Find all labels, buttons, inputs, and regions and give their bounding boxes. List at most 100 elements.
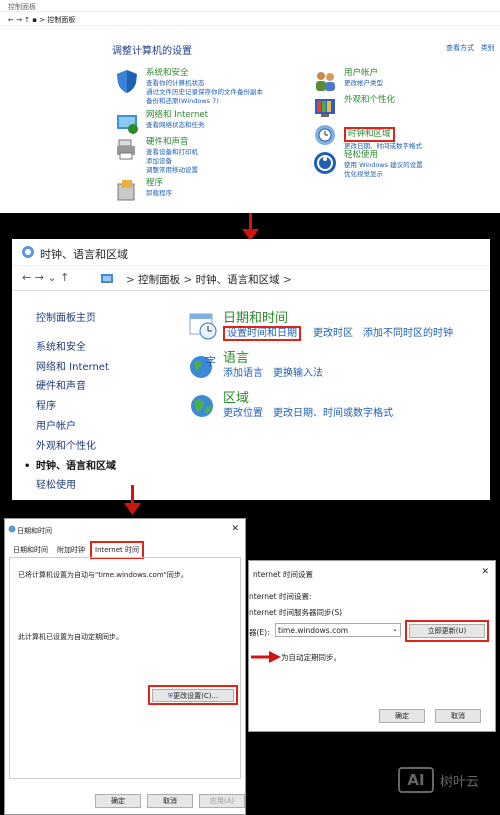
auto-sync-text: 此计算机已设置为自动定期同步。 bbox=[18, 633, 123, 641]
title-bar: nternet 时间设置 ✕ bbox=[249, 561, 495, 585]
breadcrumb-item[interactable]: 控制面板 bbox=[138, 274, 180, 286]
sidebar-item-appearance[interactable]: 外观和个性化 bbox=[36, 437, 116, 457]
category-link[interactable]: 查看你的计算机状态 bbox=[146, 79, 263, 88]
window-title: nternet 时间设置 bbox=[253, 570, 313, 579]
category-link[interactable]: 查看设备和打印机 bbox=[146, 148, 198, 157]
close-icon[interactable]: ✕ bbox=[481, 567, 489, 577]
category-link[interactable]: 备份和还原(Windows 7) bbox=[146, 97, 263, 106]
button-label: 更改设置(C)... bbox=[173, 692, 219, 700]
printer-icon bbox=[117, 139, 135, 160]
category-title[interactable]: 硬件和声音 bbox=[146, 137, 198, 148]
category-link[interactable]: 优化视觉显示 bbox=[344, 170, 423, 179]
chevron-down-icon[interactable]: ⌄ bbox=[392, 625, 398, 633]
category-title[interactable]: 外观和个性化 bbox=[344, 95, 395, 106]
sidebar-item-ease[interactable]: 轻松使用 bbox=[36, 476, 116, 496]
add-language-link[interactable]: 添加语言 bbox=[223, 368, 263, 379]
sync-checkbox-label[interactable]: nternet 时间服务器同步(S) bbox=[249, 607, 342, 618]
apply-button[interactable]: 应用(A) bbox=[199, 794, 245, 808]
breadcrumb[interactable]: 控制面板 bbox=[47, 16, 75, 24]
sidebar-item-hardware[interactable]: 硬件和声音 bbox=[36, 377, 116, 397]
category-link[interactable]: 查看网络状态和任务 bbox=[146, 121, 208, 130]
sidebar-item-home[interactable]: 控制面板主页 bbox=[36, 309, 116, 329]
section-title[interactable]: 语言 bbox=[223, 351, 333, 367]
view-mode[interactable]: 类别 bbox=[481, 44, 495, 52]
category-title[interactable]: 轻松使用 bbox=[344, 150, 423, 161]
watermark-text: 树叶云 bbox=[440, 774, 480, 790]
view-by[interactable]: 查看方式 类别 bbox=[446, 43, 495, 53]
change-timezone-link[interactable]: 更改时区 bbox=[313, 328, 353, 339]
status-line: 为自动定期同步。 bbox=[251, 651, 341, 663]
breadcrumb-separator: > bbox=[126, 274, 139, 286]
right-arrow-icon bbox=[251, 651, 281, 663]
address-bar[interactable]: ← → ↑ ▪ > 控制面板 bbox=[0, 12, 500, 26]
window-title: 日期和时间 bbox=[17, 527, 52, 535]
category-link[interactable]: 卸载程序 bbox=[146, 189, 172, 198]
set-time-date-link[interactable]: 设置时间和日期 bbox=[223, 326, 301, 341]
server-label: 器(E): bbox=[249, 628, 270, 637]
change-location-link[interactable]: 更改位置 bbox=[223, 408, 263, 419]
nav-arrows-icon[interactable]: ← → ↑ ▪ > bbox=[8, 16, 47, 24]
category-clock-region[interactable]: 时钟和区域 更改日期、时间或数字格式 bbox=[312, 121, 422, 151]
category-link[interactable]: 调整常用移动设置 bbox=[146, 166, 198, 175]
category-title[interactable]: 程序 bbox=[146, 178, 172, 189]
svg-text:字: 字 bbox=[205, 354, 216, 368]
ok-button[interactable]: 确定 bbox=[95, 794, 141, 808]
address-bar[interactable]: ← → ⌄ ↑ > 控制面板 > 时钟、语言和区域 > bbox=[12, 265, 490, 291]
date-time-dialog: 日期和时间 ✕ 日期和时间 附加时钟 Internet 时间 已将计算机设置为自… bbox=[4, 518, 246, 815]
cancel-button[interactable]: 取消 bbox=[147, 794, 193, 808]
clock-icon bbox=[8, 525, 16, 533]
network-icon bbox=[117, 115, 138, 134]
category-network[interactable]: 网络和 Internet 查看网络状态和任务 bbox=[114, 110, 208, 136]
section-region: 区域 更改位置 更改日期、时间或数字格式 bbox=[188, 391, 403, 421]
update-now-button[interactable]: 立即更新(U) bbox=[409, 624, 485, 638]
sidebar-item-users[interactable]: 用户帐户 bbox=[36, 417, 116, 437]
watermark: AI 树叶云 bbox=[398, 767, 479, 793]
category-link[interactable]: 添加设备 bbox=[146, 157, 198, 166]
breadcrumb-separator: > bbox=[282, 274, 292, 286]
category-system-security[interactable]: 系统和安全 查看你的计算机状态 通过文件历史记录保存你的文件备份副本 备份和还原… bbox=[114, 68, 263, 106]
change-format-link[interactable]: 更改日期、时间或数字格式 bbox=[273, 408, 393, 419]
region-globe-icon bbox=[191, 395, 213, 417]
view-by-label: 查看方式 bbox=[446, 44, 474, 52]
control-panel-window: 控制面板 ← → ↑ ▪ > 控制面板 调整计算机的设置 查看方式 类别 系统和… bbox=[0, 0, 500, 213]
sidebar-item-system[interactable]: 系统和安全 bbox=[36, 338, 116, 358]
section-title[interactable]: 日期和时间 bbox=[223, 311, 463, 327]
close-icon[interactable]: ✕ bbox=[231, 524, 239, 534]
window-title: 控制面板 bbox=[8, 3, 36, 11]
category-title[interactable]: 网络和 Internet bbox=[146, 110, 208, 121]
nav-arrows-icon[interactable]: ← → ⌄ ↑ bbox=[22, 271, 69, 284]
sidebar: 控制面板主页 系统和安全 网络和 Internet 硬件和声音 程序 用户帐户 … bbox=[24, 309, 116, 496]
category-title[interactable]: 系统和安全 bbox=[146, 68, 263, 79]
breadcrumb-item[interactable]: 时钟、语言和区域 bbox=[196, 274, 280, 286]
ease-of-access-icon bbox=[314, 152, 336, 174]
watermark-logo: AI bbox=[398, 767, 434, 793]
sidebar-item-network[interactable]: 网络和 Internet bbox=[36, 358, 116, 378]
appearance-icon bbox=[315, 99, 335, 117]
category-link[interactable]: 使用 Windows 建议的设置 bbox=[344, 161, 423, 170]
category-ease-of-access[interactable]: 轻松使用 使用 Windows 建议的设置 优化视觉显示 bbox=[312, 150, 423, 179]
sidebar-item-clock-region[interactable]: • 时钟、语言和区域 bbox=[24, 457, 116, 477]
change-settings-highlight: ⛨更改设置(C)... bbox=[148, 685, 238, 705]
shield-icon bbox=[117, 70, 137, 93]
category-appearance[interactable]: 外观和个性化 bbox=[312, 95, 395, 121]
category-link[interactable]: 更改帐户类型 bbox=[344, 79, 383, 88]
status-text: 为自动定期同步。 bbox=[281, 652, 341, 662]
title-bar: 时钟、语言和区域 bbox=[12, 239, 490, 265]
sidebar-item-programs[interactable]: 程序 bbox=[36, 397, 116, 417]
change-input-link[interactable]: 更换输入法 bbox=[273, 368, 323, 379]
category-hardware[interactable]: 硬件和声音 查看设备和打印机 添加设备 调整常用移动设置 bbox=[114, 137, 198, 175]
add-clocks-link[interactable]: 添加不同时区的时钟 bbox=[363, 328, 453, 339]
server-select[interactable]: time.windows.com ⌄ bbox=[275, 623, 401, 637]
category-link[interactable]: 通过文件历史记录保存你的文件备份副本 bbox=[146, 88, 263, 97]
cancel-button[interactable]: 取消 bbox=[435, 709, 481, 723]
category-user-accounts[interactable]: 用户帐户 更改帐户类型 bbox=[312, 68, 383, 94]
down-arrow-icon bbox=[124, 503, 141, 515]
ok-button[interactable]: 确定 bbox=[379, 709, 425, 723]
section-language: 字 语言 添加语言 更换输入法 bbox=[188, 351, 333, 381]
category-programs[interactable]: 程序 卸载程序 bbox=[114, 178, 172, 204]
title-bar: 控制面板 bbox=[0, 0, 500, 12]
section-title[interactable]: 区域 bbox=[223, 391, 403, 407]
change-settings-button[interactable]: ⛨更改设置(C)... bbox=[152, 689, 234, 702]
clock-region-highlight[interactable]: 时钟和区域 bbox=[344, 127, 395, 142]
category-title[interactable]: 用户帐户 bbox=[344, 68, 383, 79]
